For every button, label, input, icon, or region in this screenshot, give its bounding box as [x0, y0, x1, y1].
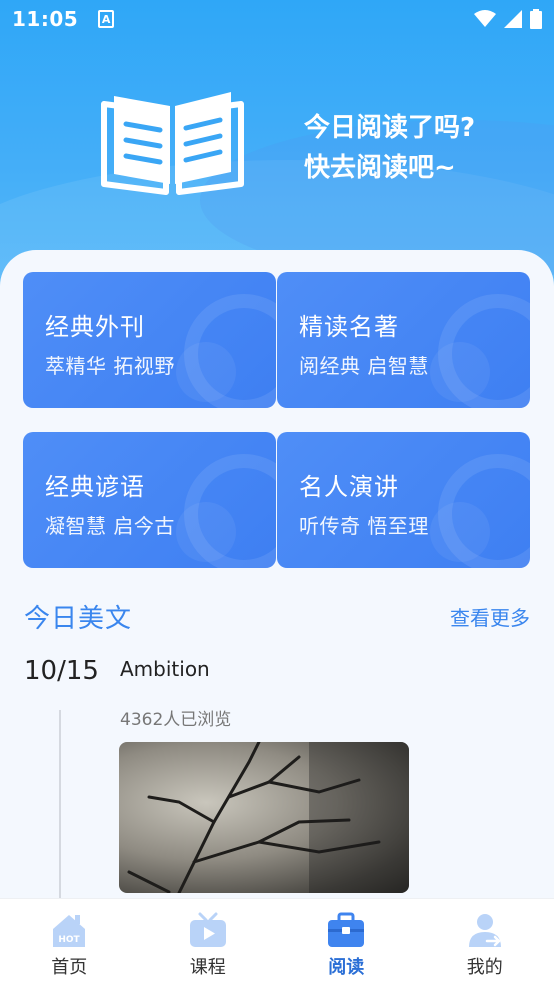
card-decoration [430, 502, 490, 562]
view-more-link[interactable]: 查看更多 [450, 602, 530, 631]
category-card-title: 经典外刊 [45, 313, 145, 341]
category-card-title: 名人演讲 [299, 473, 399, 501]
card-decoration [176, 502, 236, 562]
tab-reading[interactable]: 阅读 [277, 899, 416, 984]
tab-courses[interactable]: 课程 [139, 899, 278, 984]
status-time: 11:05 [12, 7, 79, 31]
section-title: 今日美文 [24, 603, 133, 634]
category-card-title: 精读名著 [299, 313, 399, 341]
card-decoration [430, 342, 490, 402]
category-card-subtitle: 阅经典 启智慧 [299, 354, 429, 378]
article-cover-image[interactable] [119, 742, 409, 893]
home-hot-icon: HOT [53, 915, 86, 947]
notification-badge-icon: A [98, 10, 115, 28]
wifi-icon [474, 10, 496, 27]
category-card-title: 经典谚语 [45, 473, 145, 501]
status-indicators [474, 9, 542, 29]
briefcase-icon [328, 912, 365, 947]
tab-label: 首页 [51, 957, 88, 978]
open-book-icon [101, 92, 244, 195]
daily-article-header: 今日美文 查看更多 [24, 598, 530, 634]
article-date: 10/15 [24, 656, 99, 686]
status-bar: 11:05 A [0, 0, 554, 38]
hero-line-2: 快去阅读吧~ [304, 153, 456, 183]
card-decoration [176, 342, 236, 402]
tab-label: 我的 [466, 957, 503, 978]
category-card-foreign-journals[interactable]: 经典外刊 萃精华 拓视野 [23, 272, 276, 408]
category-card-subtitle: 听传奇 悟至理 [299, 514, 429, 538]
tab-profile[interactable]: 我的 [416, 899, 554, 984]
tab-label: 课程 [189, 957, 226, 978]
category-card-subtitle: 凝智慧 启今古 [45, 514, 175, 538]
category-card-classic-books[interactable]: 精读名著 阅经典 启智慧 [277, 272, 530, 408]
category-card-speeches[interactable]: 名人演讲 听传奇 悟至理 [277, 432, 530, 568]
tab-label: 阅读 [328, 957, 365, 978]
tab-home[interactable]: HOT 首页 [0, 899, 139, 984]
tv-play-icon [189, 912, 226, 947]
article-view-count: 4362人已浏览 [120, 710, 232, 730]
hero-line-1: 今日阅读了吗? [304, 113, 476, 143]
cellular-signal-icon [504, 10, 522, 28]
branches-illustration [127, 742, 409, 893]
hero-prompt: 今日阅读了吗? 快去阅读吧~ [304, 108, 475, 188]
user-icon [468, 914, 501, 947]
svg-text:HOT: HOT [59, 935, 81, 945]
bottom-tab-bar: HOT 首页 课程 阅读 我的 [0, 898, 554, 984]
category-card-proverbs[interactable]: 经典谚语 凝智慧 启今古 [23, 432, 276, 568]
battery-icon [530, 9, 542, 29]
article-title[interactable]: Ambition [120, 657, 210, 681]
timeline-divider [59, 710, 61, 900]
category-card-subtitle: 萃精华 拓视野 [45, 354, 175, 378]
